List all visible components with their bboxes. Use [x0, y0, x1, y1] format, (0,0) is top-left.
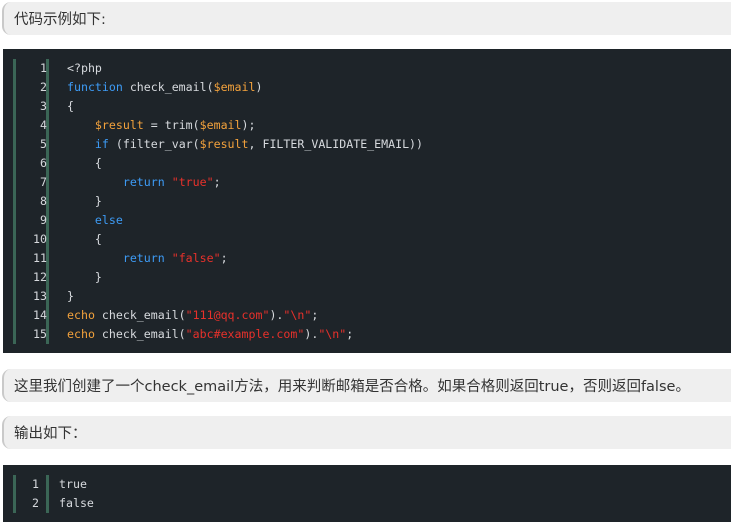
code-token: ; [311, 308, 319, 322]
code-text: } [67, 268, 102, 287]
code-token: function [67, 80, 123, 94]
code-text: return "false"; [67, 249, 228, 268]
php-code-block: 1 <?php 2 function check_email($email) 3{4 $… [3, 49, 731, 353]
code-token: $result [94, 118, 144, 132]
code-token: $email [213, 80, 256, 94]
line-number: 11 [33, 251, 47, 265]
line-number: 3 [40, 99, 47, 113]
line-number: 12 [33, 270, 47, 284]
explanation-note: 这里我们创建了一个check_email方法，用来判断邮箱是否合格。如果合格则返… [2, 369, 731, 402]
code-token: "true" [171, 175, 214, 189]
code-token: , FILTER_VALIDATE_EMAIL)) [248, 137, 424, 151]
code-token: "\n" [283, 308, 312, 322]
line-number: 8 [40, 194, 47, 208]
code-text: return "true"; [67, 173, 221, 192]
code-token: { [67, 99, 74, 113]
code-token: } [67, 289, 74, 303]
code-text: { [67, 154, 102, 173]
code-token: $result [199, 137, 249, 151]
code-token: (filter_var( [108, 137, 200, 151]
code-token: echo [67, 308, 95, 322]
code-token: "false" [171, 251, 221, 265]
code-text: echo check_email("abc#example.com")."\n"… [67, 325, 353, 344]
code-token: ; [346, 327, 354, 341]
intro-note-text: 代码示例如下: [14, 12, 106, 28]
line-number: 9 [40, 213, 47, 227]
code-token: echo [67, 327, 95, 341]
output-text: false [59, 496, 94, 510]
code-text: } [67, 192, 102, 211]
code-token: ); [241, 118, 256, 132]
line-number: 4 [40, 118, 47, 132]
code-token: <?php [67, 61, 102, 75]
code-token: return [122, 175, 165, 189]
code-token: check_email( [94, 308, 186, 322]
line-number: 2 [40, 80, 47, 94]
code-token: ; [213, 175, 221, 189]
output-text: true [59, 477, 87, 491]
code-text: echo check_email("111@qq.com")."\n"; [67, 306, 318, 325]
code-token: else [94, 213, 123, 227]
code-token: check_email( [94, 327, 186, 341]
code-token: { [67, 156, 102, 170]
line-number: 13 [33, 289, 47, 303]
code-token: "111@qq.com" [185, 308, 270, 322]
code-token: = trim( [143, 118, 200, 132]
code-text: <?php [67, 59, 102, 78]
output-note: 输出如下： [2, 416, 731, 449]
output-code-block: 1 true 2 false [3, 465, 731, 522]
explanation-note-text: 这里我们创建了一个check_email方法，用来判断邮箱是否合格。如果合格则返… [14, 379, 690, 395]
code-token: ; [220, 251, 228, 265]
output-note-text: 输出如下： [14, 426, 87, 442]
line-number: 1 [32, 477, 39, 491]
code-text: } [67, 287, 74, 306]
code-token: ). [304, 327, 319, 341]
code-token: } [67, 270, 102, 284]
code-token: } [67, 194, 102, 208]
code-text: $result = trim($email); [67, 116, 256, 135]
code-text: else [67, 211, 123, 230]
code-text: { [67, 230, 102, 249]
code-token: $email [199, 118, 242, 132]
code-text: { [67, 97, 74, 116]
code-token: "abc#example.com" [185, 327, 305, 341]
code-text: if (filter_var($result, FILTER_VALIDATE_… [67, 135, 423, 154]
code-token: if [94, 137, 109, 151]
code-text: function check_email($email) [67, 78, 262, 97]
line-number: 15 [33, 327, 47, 341]
code-token: "\n" [318, 327, 347, 341]
line-number: 2 [32, 496, 39, 510]
line-number: 6 [40, 156, 47, 170]
line-number: 14 [33, 308, 47, 322]
code-token: { [67, 232, 102, 246]
intro-note: 代码示例如下: [2, 2, 731, 35]
code-token: ). [269, 308, 284, 322]
code-token: ) [255, 80, 263, 94]
line-number: 5 [40, 137, 47, 151]
code-token: return [122, 251, 165, 265]
line-number: 7 [40, 175, 47, 189]
line-number: 10 [33, 232, 47, 246]
line-number: 1 [40, 61, 47, 75]
code-token: check_email( [122, 80, 214, 94]
